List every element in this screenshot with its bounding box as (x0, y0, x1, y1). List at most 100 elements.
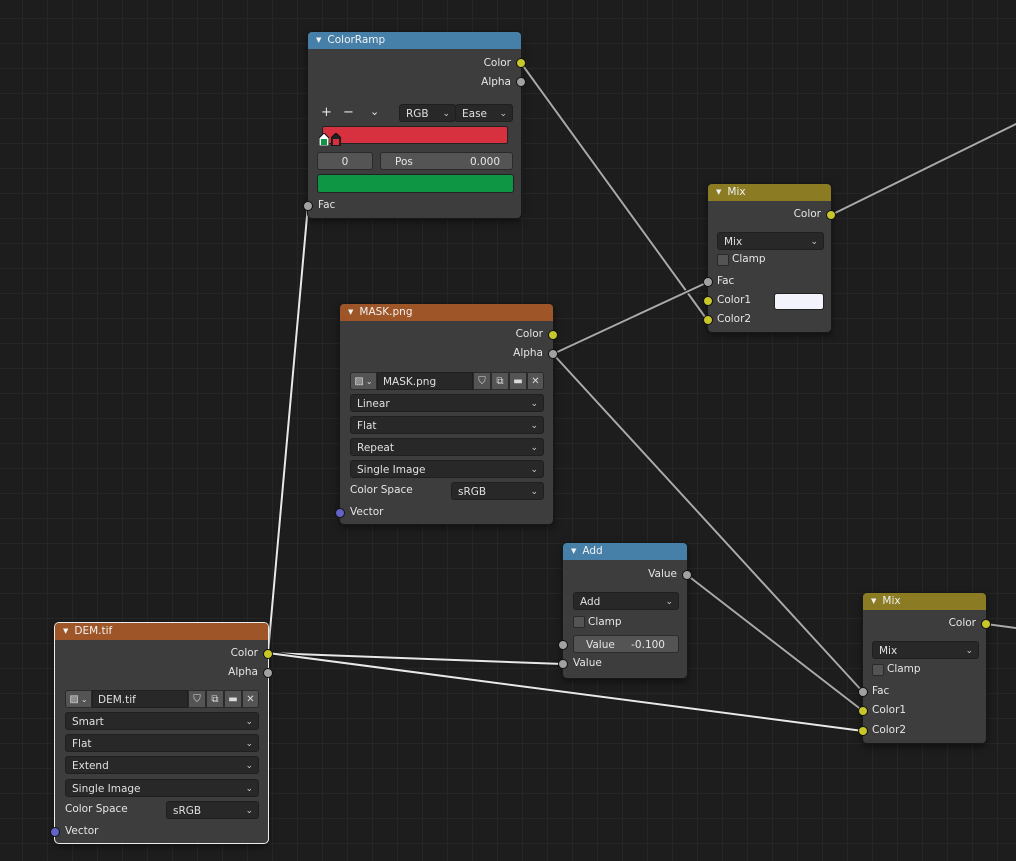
fake-user-shield-icon[interactable]: ⛉ (473, 372, 491, 390)
math-add-node[interactable]: ▼ Add Value Add ⌄ Clamp Value -0.100 Value (558, 543, 692, 678)
clamp-checkbox[interactable] (872, 664, 884, 676)
collapse-arrow-icon[interactable]: ▼ (871, 597, 876, 605)
mix1-node-header[interactable]: ▼ Mix (708, 184, 831, 201)
dem-node-header[interactable]: ▼ DEM.tif (55, 623, 268, 640)
collapse-arrow-icon[interactable]: ▼ (571, 547, 576, 555)
add-stop-button[interactable]: + (321, 104, 332, 122)
colorramp-node[interactable]: ▼ ColorRamp Color Alpha + − ⌄ RGB ⌄ Ease ⌄ … (303, 32, 526, 218)
open-folder-icon[interactable]: ▬ (224, 690, 242, 708)
color-ramp-bar[interactable] (322, 126, 508, 144)
unlink-close-icon[interactable]: ✕ (527, 372, 544, 390)
output-socket-color[interactable] (826, 210, 836, 220)
interpolation-dropdown[interactable]: Smart ⌄ (65, 712, 259, 730)
color-space-dropdown[interactable]: sRGB ⌄ (166, 801, 259, 819)
extension-dropdown[interactable]: Extend ⌄ (65, 756, 259, 774)
extension-value: Repeat (357, 442, 394, 454)
add-node-header[interactable]: ▼ Add (563, 543, 687, 560)
value-number-field[interactable]: Value -0.100 (573, 635, 679, 653)
input-socket-fac[interactable] (703, 277, 713, 287)
source-dropdown[interactable]: Single Image ⌄ (350, 460, 544, 478)
clamp-label: Clamp (732, 253, 766, 265)
duplicate-icon[interactable]: ⧉ (206, 690, 224, 708)
extension-dropdown[interactable]: Repeat ⌄ (350, 438, 544, 456)
chevron-down-icon: ⌄ (530, 465, 538, 475)
input-socket-value-2[interactable] (558, 659, 568, 669)
projection-dropdown[interactable]: Flat ⌄ (65, 734, 259, 752)
input-socket-vector[interactable] (335, 508, 345, 518)
input-socket-fac[interactable] (858, 687, 868, 697)
unlink-close-icon[interactable]: ✕ (242, 690, 259, 708)
open-folder-icon[interactable]: ▬ (509, 372, 527, 390)
input-label-value: Value (573, 657, 602, 669)
image-browse-button[interactable]: ▨ ⌄ (65, 690, 92, 708)
color-space-dropdown[interactable]: sRGB ⌄ (451, 482, 544, 500)
color1-swatch[interactable] (774, 293, 824, 310)
output-socket-color[interactable] (263, 649, 273, 659)
image-name-field[interactable]: DEM.tif (92, 690, 188, 708)
ramp-menu-button[interactable]: ⌄ (370, 103, 379, 121)
input-socket-color1[interactable] (858, 706, 868, 716)
image-texture-node-dem[interactable]: ▼ DEM.tif Color Alpha ▨ ⌄ DEM.tif ⛉ ⧉ ▬ ✕ … (50, 623, 273, 843)
operation-dropdown[interactable]: Add ⌄ (573, 592, 679, 610)
mix-rgb-node-1[interactable]: ▼ Mix Color Mix ⌄ Clamp Fac Color1 Color2 (703, 184, 836, 332)
active-stop-index-field[interactable]: 0 (317, 152, 373, 170)
input-socket-color2[interactable] (703, 315, 713, 325)
node-title: Mix (727, 186, 746, 198)
fake-user-shield-icon[interactable]: ⛉ (188, 690, 206, 708)
collapse-arrow-icon[interactable]: ▼ (716, 188, 721, 196)
source-dropdown[interactable]: Single Image ⌄ (65, 779, 259, 797)
pos-label: Pos (395, 156, 413, 168)
image-name-field[interactable]: MASK.png (377, 372, 473, 390)
blend-type-dropdown[interactable]: Mix ⌄ (717, 232, 824, 250)
ramp-stop-marker-active[interactable] (318, 132, 330, 147)
input-label-color1: Color1 (717, 294, 752, 306)
input-socket-vector[interactable] (50, 827, 60, 837)
projection-dropdown[interactable]: Flat ⌄ (350, 416, 544, 434)
mix2-node-header[interactable]: ▼ Mix (863, 593, 986, 610)
output-socket-alpha[interactable] (548, 349, 558, 359)
duplicate-icon[interactable]: ⧉ (491, 372, 509, 390)
collapse-arrow-icon[interactable]: ▼ (63, 627, 68, 635)
output-label-alpha: Alpha (513, 347, 543, 359)
collapse-arrow-icon[interactable]: ▼ (316, 36, 321, 44)
chevron-down-icon: ⌄ (810, 237, 818, 247)
mask-node-header[interactable]: ▼ MASK.png (340, 304, 553, 321)
input-label-vector: Vector (350, 506, 384, 518)
node-title: ColorRamp (327, 34, 386, 46)
output-socket-value[interactable] (682, 570, 692, 580)
node-title: Mix (882, 595, 901, 607)
projection-value: Flat (357, 420, 377, 432)
mix-rgb-node-2[interactable]: ▼ Mix Color Mix ⌄ Clamp Fac Color1 Color2 (858, 593, 991, 743)
output-socket-color[interactable] (981, 619, 991, 629)
source-value: Single Image (357, 464, 426, 476)
image-texture-node-mask[interactable]: ▼ MASK.png Color Alpha ▨ ⌄ MASK.png ⛉ ⧉ ▬ … (335, 304, 558, 524)
image-browse-button[interactable]: ▨ ⌄ (350, 372, 377, 390)
input-socket-fac[interactable] (303, 201, 313, 211)
color-mode-dropdown[interactable]: RGB ⌄ (399, 104, 456, 122)
interpolation-dropdown[interactable]: Ease ⌄ (455, 104, 513, 122)
input-socket-color1[interactable] (703, 296, 713, 306)
color-space-label: Color Space (65, 803, 128, 815)
clamp-checkbox[interactable] (573, 616, 585, 628)
colorramp-node-header[interactable]: ▼ ColorRamp (308, 32, 521, 49)
interpolation-value: Linear (357, 398, 390, 410)
clamp-checkbox[interactable] (717, 254, 729, 266)
input-socket-color2[interactable] (858, 726, 868, 736)
output-socket-color[interactable] (548, 330, 558, 340)
ramp-stop-marker[interactable] (330, 132, 342, 147)
blend-type-dropdown[interactable]: Mix ⌄ (872, 641, 979, 659)
node-title: Add (582, 545, 603, 557)
stop-position-field[interactable]: Pos 0.000 (380, 152, 513, 170)
chevron-down-icon: ⌄ (245, 761, 253, 771)
output-socket-alpha[interactable] (263, 668, 273, 678)
value-field-number: -0.100 (631, 639, 665, 651)
remove-stop-button[interactable]: − (343, 104, 354, 122)
input-socket-value-1[interactable] (558, 640, 568, 650)
output-socket-alpha[interactable] (516, 77, 526, 87)
collapse-arrow-icon[interactable]: ▼ (348, 308, 353, 316)
stop-color-swatch[interactable] (317, 174, 514, 193)
interpolation-dropdown[interactable]: Linear ⌄ (350, 394, 544, 412)
input-label-vector: Vector (65, 825, 99, 837)
output-socket-color[interactable] (516, 58, 526, 68)
clamp-label: Clamp (588, 616, 622, 628)
